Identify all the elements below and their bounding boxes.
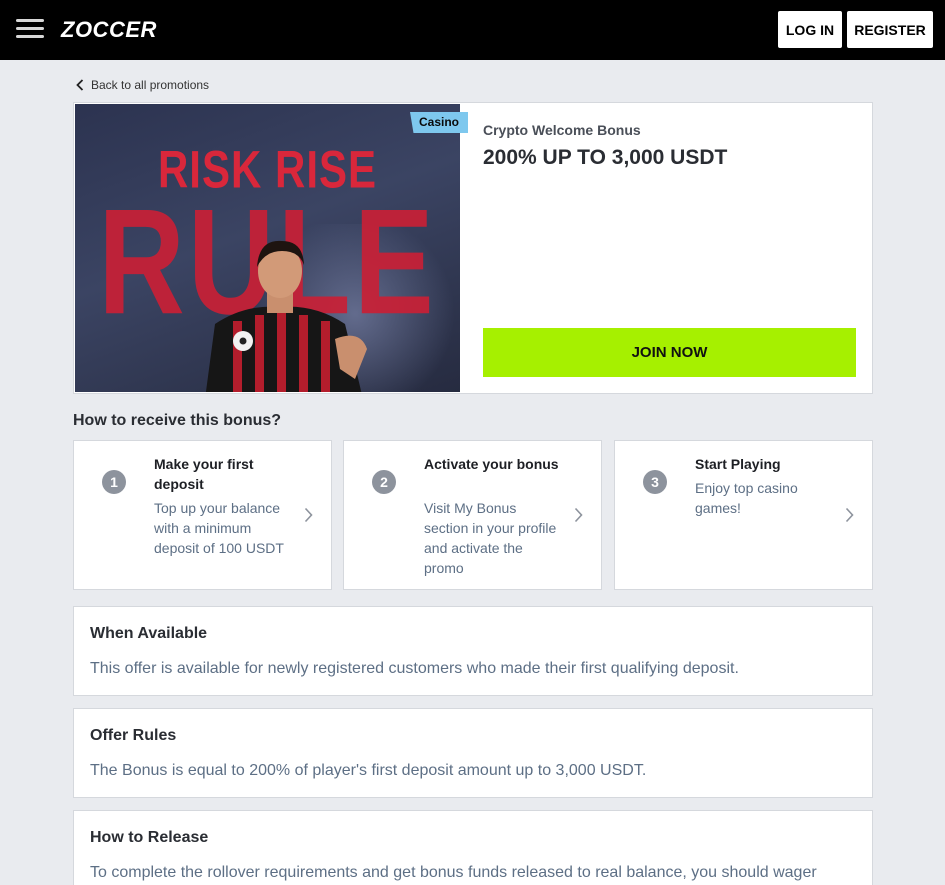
section-body: To complete the rollover requirements an… [90,864,817,881]
chevron-right-icon [845,507,854,523]
when-available-section: When Available This offer is available f… [73,606,873,696]
section-title: How to Release [90,829,209,846]
step-description: Visit My Bonus section in your profile a… [424,500,557,576]
site-logo[interactable]: ZOCCER [61,16,157,44]
promotion-card: RISK RISE RULE Casino Crypto Welcome [73,102,873,394]
step-number-badge: 3 [643,470,667,494]
step-description: Top up your balance with a minimum depos… [154,500,284,556]
step-card-1[interactable]: 1 Make your first deposit Top up your ba… [73,440,332,590]
top-navbar: ZOCCER LOG IN REGISTER [0,0,945,60]
section-body: The Bonus is equal to 200% of player's f… [90,762,647,779]
section-body: This offer is available for newly regist… [90,660,739,677]
how-to-release-section: How to Release To complete the rollover … [73,810,873,885]
step-number-badge: 2 [372,470,396,494]
football-player-figure [205,240,367,392]
step-card-3[interactable]: 3 Start Playing Enjoy top casino games! [614,440,873,590]
step-card-2[interactable]: 2 Activate your bonus Visit My Bonus sec… [343,440,602,590]
chevron-left-icon [76,79,84,91]
join-now-button[interactable]: JOIN NOW [483,328,856,377]
login-button[interactable]: LOG IN [778,11,842,48]
offer-rules-section: Offer Rules The Bonus is equal to 200% o… [73,708,873,798]
chevron-right-icon [574,507,583,523]
logo-text: ZOCCER [61,17,157,42]
step-title: Make your first deposit [154,456,254,492]
promo-subtitle: Crypto Welcome Bonus [483,122,641,138]
promo-banner-image: RISK RISE RULE [75,104,460,392]
back-to-promotions-link[interactable]: Back to all promotions [76,76,209,94]
back-link-label: Back to all promotions [91,78,210,92]
register-button[interactable]: REGISTER [847,11,933,48]
promo-title: 200% UP TO 3,000 USDT [483,146,728,169]
how-to-heading: How to receive this bonus? [73,412,282,429]
step-description: Enjoy top casino games! [695,480,798,516]
category-tag-casino: Casino [410,112,468,133]
chevron-right-icon [304,507,313,523]
step-title: Activate your bonus [424,456,559,472]
step-number-badge: 1 [102,470,126,494]
step-title: Start Playing [695,456,781,472]
hamburger-menu-icon[interactable] [16,19,44,41]
section-title: When Available [90,625,208,642]
section-title: Offer Rules [90,727,177,744]
